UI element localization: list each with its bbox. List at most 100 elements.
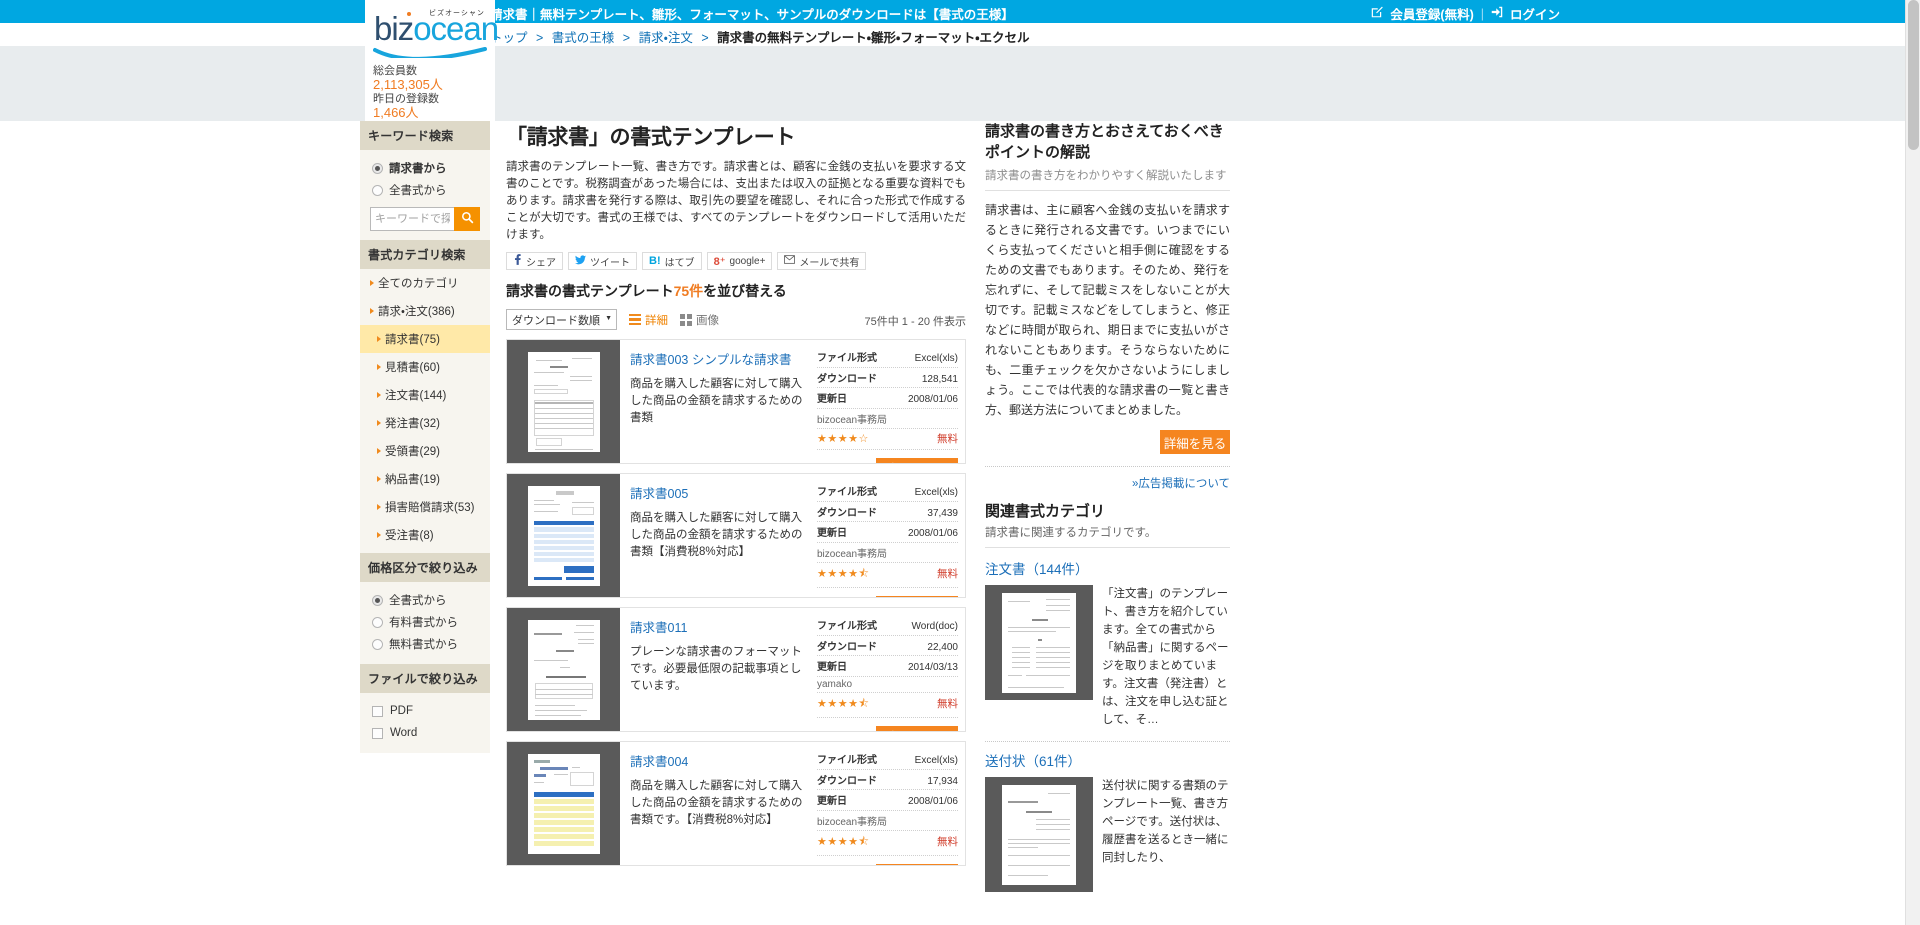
site-title: 請求書｜無料テンプレート、雛形、フォーマット、サンプルのダウンロードは【書式の王… [490, 4, 1014, 23]
search-button[interactable] [454, 207, 480, 231]
result-meta: ファイル形式 Excel(xls) ダウンロード 128,541 更新日 200… [815, 340, 965, 463]
related-category-0[interactable]: 「注文書」のテンプレート、書き方を紹介しています。全ての書式から「納品書」に関す… [985, 585, 1230, 729]
sidebar-category-label-4: 注文書(144) [385, 387, 446, 403]
result-rating-row: ★★★★⯪ 無料 [817, 831, 958, 856]
login-link[interactable]: ログイン [1510, 4, 1560, 23]
price-filter-radio-1[interactable]: 有料書式から [360, 611, 490, 633]
result-price: 無料 [937, 431, 958, 446]
download-button[interactable]: ダウンロード [876, 596, 958, 599]
result-stars: ★★★★⯪ [817, 833, 869, 852]
sidebar-category-5[interactable]: 発注書(32) [360, 409, 490, 437]
sidebar-category-3[interactable]: 見積書(60) [360, 353, 490, 381]
checkbox-icon [372, 706, 383, 717]
share-facebook-button[interactable]: シェア [506, 252, 563, 270]
sidebar-category-label-5: 発注書(32) [385, 415, 440, 431]
left-sidebar: キーワード検索 請求書から 全書式から 書式カテゴリ検索 [360, 121, 490, 753]
view-mode-detail[interactable]: 詳細 [629, 312, 668, 328]
result-title[interactable]: 請求書004 [630, 751, 807, 770]
price-filter-radio-0[interactable]: 全書式から [360, 589, 490, 611]
sidebar-category-2[interactable]: 請求書(75) [360, 325, 490, 353]
sidebar-category-7[interactable]: 納品書(19) [360, 465, 490, 493]
advertising-link[interactable]: »広告掲載について [985, 475, 1230, 491]
related-category-title-1[interactable]: 送付状（61件） [985, 750, 1230, 770]
result-title[interactable]: 請求書003 シンプルな請求書 [630, 349, 807, 368]
result-downloads-value: 22,400 [927, 642, 958, 653]
logo-word-b: ocean [413, 10, 498, 47]
register-link[interactable]: 会員登録(無料) [1390, 4, 1473, 23]
total-members-value: 2,113,305人 [373, 78, 495, 92]
result-title[interactable]: 請求書011 [630, 617, 807, 636]
sidebar-category-label-0: 全てのカテゴリ [378, 275, 459, 291]
result-downloads-row: ダウンロード 37,439 [817, 502, 958, 523]
triangle-right-icon [377, 476, 381, 482]
file-filter-label-1: Word [390, 727, 417, 739]
share-hatena-button[interactable]: B! はてブ [642, 252, 702, 270]
result-downloads-row: ダウンロード 17,934 [817, 770, 958, 791]
list-view-icon [629, 314, 641, 326]
keyword-scope-radio-1[interactable]: 全書式から [360, 179, 490, 201]
result-title[interactable]: 請求書005 [630, 483, 807, 502]
result-card-body: 請求書011 プレーンな請求書のフォーマットです。必要最低限の記載事項としていま… [620, 608, 815, 731]
breadcrumb-item-2[interactable]: 請求・注文 [639, 31, 693, 45]
result-filetype-label: ファイル形式 [817, 617, 877, 632]
page-scrollbar[interactable] [1905, 0, 1920, 925]
sidebar-category-6[interactable]: 受領書(29) [360, 437, 490, 465]
triangle-right-icon [377, 336, 381, 342]
result-updated-value: 2008/01/06 [908, 394, 958, 405]
search-input[interactable] [370, 207, 454, 231]
top-account-links: 会員登録(無料) | ログイン [1371, 4, 1560, 23]
breadcrumb-item-1[interactable]: 書式の王様 [552, 31, 615, 45]
result-updated-label: 更新日 [817, 524, 847, 539]
result-filetype-row: ファイル形式 Excel(xls) [817, 347, 958, 368]
top-links-separator: | [1481, 7, 1484, 21]
download-button[interactable]: ダウンロード [876, 726, 958, 733]
share-mail-button[interactable]: メールで共有 [777, 252, 866, 270]
result-thumbnail-wrap [507, 742, 620, 865]
sort-select[interactable]: ダウンロード数順 [506, 309, 617, 330]
keyword-scope-radio-0[interactable]: 請求書から [360, 157, 490, 179]
result-author: bizocean事務局 [817, 811, 958, 832]
result-filetype-value: Excel(xls) [915, 755, 958, 766]
result-downloads-label: ダウンロード [817, 772, 877, 787]
radio-icon [372, 595, 383, 606]
result-filetype-value: Excel(xls) [915, 487, 958, 498]
sidebar-category-4[interactable]: 注文書(144) [360, 381, 490, 409]
result-updated-label: 更新日 [817, 390, 847, 405]
view-detail-button[interactable]: 詳細を見る [1160, 430, 1230, 454]
sidebar-category-1[interactable]: 請求・注文(386) [360, 297, 490, 325]
breadcrumb-sep-1: > [623, 31, 630, 45]
view-mode-image[interactable]: 画像 [680, 312, 719, 328]
sidebar-category-9[interactable]: 受注書(8) [360, 521, 490, 549]
hatena-icon: B! [649, 255, 661, 267]
sidebar-category-0[interactable]: 全てのカテゴリ [360, 269, 490, 297]
result-card[interactable]: 請求書004 商品を購入した顧客に対して購入した商品の金額を請求するための書類で… [506, 741, 966, 866]
file-filter-checkbox-1[interactable]: Word [360, 722, 490, 744]
keyword-scope-label-1: 全書式から [389, 182, 447, 198]
price-filter-radio-2[interactable]: 無料書式から [360, 633, 490, 655]
grid-view-icon [680, 314, 692, 326]
sidebar-category-8[interactable]: 損害賠償請求(53) [360, 493, 490, 521]
logo-wordmark: bizocean [374, 12, 498, 45]
breadcrumb: トップ > 書式の王様 > 請求・注文 > 請求書の無料テンプレート・雛形・フォ… [490, 27, 1030, 46]
result-card[interactable]: 請求書003 シンプルな請求書 商品を購入した顧客に対して購入した商品の金額を請… [506, 339, 966, 464]
scrollbar-thumb[interactable] [1908, 0, 1919, 150]
result-updated-label: 更新日 [817, 792, 847, 807]
result-price: 無料 [937, 566, 958, 581]
result-filetype-row: ファイル形式 Word(doc) [817, 615, 958, 636]
sidebar-category-label-6: 受領書(29) [385, 443, 440, 459]
related-category-1[interactable]: 送付状に関する書類のテンプレート一覧、書き方ページです。送付状は、履歴書を送ると… [985, 777, 1230, 892]
share-googleplus-button[interactable]: 8⁺ google+ [707, 252, 773, 270]
sidebar-category-label-3: 見積書(60) [385, 359, 440, 375]
file-filter-body: PDF Word [360, 693, 490, 753]
login-arrow-icon [1491, 6, 1503, 21]
file-filter-checkbox-0[interactable]: PDF [360, 700, 490, 722]
logo-box[interactable]: ビズオーシャン bizocean 総会員数 2,113,305人 昨日の登録数 … [365, 0, 495, 121]
related-category-title-0[interactable]: 注文書（144件） [985, 558, 1230, 578]
page-title: 「請求書」の書式テンプレート [506, 121, 966, 151]
share-twitter-button[interactable]: ツイート [568, 252, 637, 270]
download-button[interactable]: ダウンロード [876, 864, 958, 867]
result-card[interactable]: 請求書005 商品を購入した顧客に対して購入した商品の金額を請求するための書類【… [506, 473, 966, 598]
result-rating-row: ★★★★⯪ 無料 [817, 693, 958, 718]
result-card[interactable]: 請求書011 プレーンな請求書のフォーマットです。必要最低限の記載事項としていま… [506, 607, 966, 732]
download-button[interactable]: ダウンロード [876, 458, 958, 465]
